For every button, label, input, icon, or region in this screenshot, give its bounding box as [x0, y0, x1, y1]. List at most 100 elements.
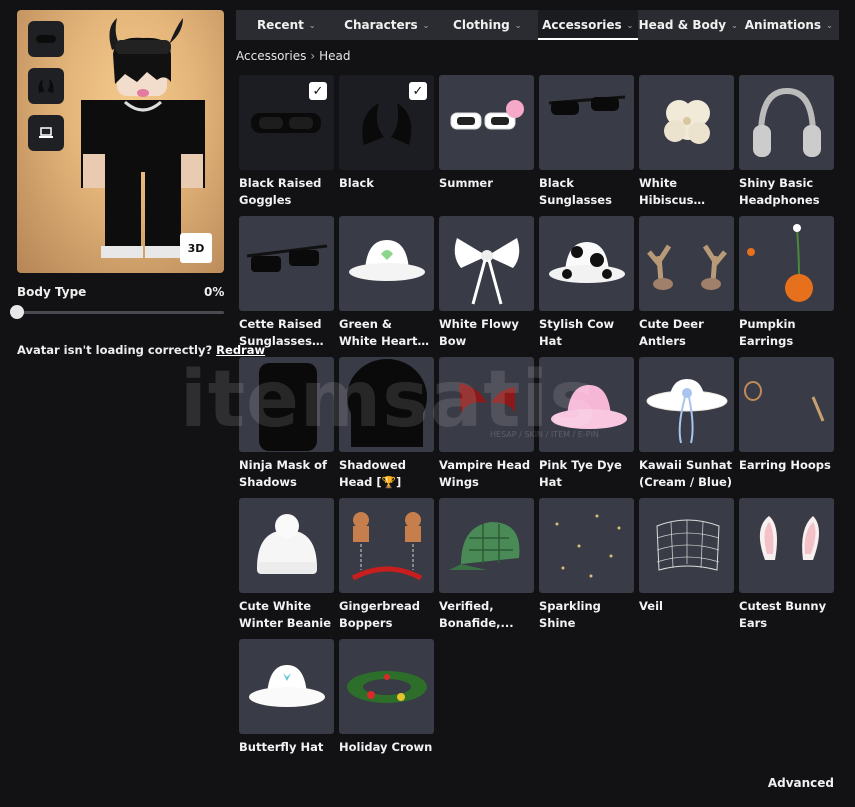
item-thumbnail[interactable]: [339, 498, 434, 593]
view-3d-button[interactable]: 3D: [180, 233, 212, 263]
item-card[interactable]: Green & White Heart Wave Ha...: [339, 216, 434, 357]
item-name: Green & White Heart Wave Ha...: [339, 317, 418, 348]
item-card[interactable]: White Hibiscus Flower: [639, 75, 734, 216]
item-thumbnail[interactable]: [339, 216, 434, 311]
item-name: Verified, Bonafide,...: [439, 599, 514, 630]
item-card[interactable]: ✓ Black: [339, 75, 434, 216]
item-name: Butterfly Hat: [239, 740, 324, 754]
item-card[interactable]: Sparkling Shine: [539, 498, 634, 639]
breadcrumb-parent[interactable]: Accessories: [236, 49, 306, 63]
item-card[interactable]: Holiday Crown: [339, 639, 434, 780]
tab-animations[interactable]: Animations ⌄: [739, 10, 840, 40]
butterfly-hat-icon: [249, 665, 325, 707]
item-card[interactable]: Summer: [439, 75, 534, 216]
item-name: Vampire Head Wings: [439, 458, 531, 489]
item-thumbnail[interactable]: [539, 75, 634, 170]
body-type-slider-track[interactable]: [17, 311, 224, 314]
item-thumbnail[interactable]: [739, 357, 834, 452]
gingerbread-icon: [351, 512, 423, 581]
item-thumbnail[interactable]: [739, 498, 834, 593]
item-card[interactable]: Stylish Cow Hat: [539, 216, 634, 357]
item-thumbnail[interactable]: [639, 357, 734, 452]
pumpkin-icon: [747, 224, 813, 302]
item-card[interactable]: Cute White Winter Beanie: [239, 498, 334, 639]
body-type-value: 0%: [204, 285, 225, 299]
raised-sunglasses-icon: [246, 244, 328, 272]
item-card[interactable]: Kawaii Sunhat (Cream / Blue): [639, 357, 734, 498]
item-card[interactable]: White Flowy Bow: [439, 216, 534, 357]
item-thumbnail[interactable]: [639, 75, 734, 170]
tab-accessories[interactable]: Accessories ⌄: [537, 10, 638, 40]
item-thumbnail[interactable]: [239, 498, 334, 593]
item-card[interactable]: Butterfly Hat: [239, 639, 334, 780]
item-name: Holiday Crown: [339, 740, 433, 754]
item-name: Cutest Bunny Ears: [739, 599, 827, 630]
item-name: Shadowed Head [🏆]: [339, 458, 407, 489]
tab-label: Characters: [344, 18, 418, 32]
item-name: Cute Deer Antlers: [639, 317, 704, 348]
item-card[interactable]: ✓ Black Raised Goggles: [239, 75, 334, 216]
sunglasses-icon: [548, 95, 626, 115]
chevron-down-icon: ⌄: [514, 20, 522, 30]
laptop-shortcut-button[interactable]: [28, 115, 64, 151]
item-name: Black: [339, 176, 374, 190]
antlers-icon: [647, 244, 727, 290]
goggles-shortcut-button[interactable]: [28, 21, 64, 57]
item-name: Pumpkin Earrings: [739, 317, 796, 348]
avatar-preview[interactable]: 3D: [17, 10, 224, 273]
item-name: Black Raised Goggles: [239, 176, 322, 207]
item-thumbnail[interactable]: ✓: [339, 75, 434, 170]
veil-icon: [656, 519, 720, 571]
chevron-down-icon: ⌄: [731, 20, 738, 30]
item-thumbnail[interactable]: [739, 216, 834, 311]
tab-characters[interactable]: Characters ⌄: [337, 10, 438, 40]
item-card[interactable]: Gingerbread Boppers: [339, 498, 434, 639]
item-thumbnail[interactable]: [439, 75, 534, 170]
headphones-icon: [753, 87, 821, 157]
item-thumbnail[interactable]: [239, 639, 334, 734]
tab-clothing[interactable]: Clothing ⌄: [437, 10, 538, 40]
item-name: Cette Raised Sunglasses In...: [239, 317, 322, 348]
equipped-check-icon[interactable]: ✓: [309, 82, 327, 100]
item-card[interactable]: Cutest Bunny Ears: [739, 498, 834, 639]
tab-head-body[interactable]: Head & Body ⌄: [638, 10, 739, 40]
item-name: Shiny Basic Headphones: [739, 176, 820, 207]
sunhat-icon: [646, 379, 728, 444]
equipped-check-icon[interactable]: ✓: [409, 82, 427, 100]
body-type-slider-knob[interactable]: [10, 305, 24, 319]
item-card[interactable]: Veil: [639, 498, 734, 639]
item-thumbnail[interactable]: [339, 639, 434, 734]
item-card[interactable]: Earring Hoops: [739, 357, 834, 498]
item-card[interactable]: Verified, Bonafide,...: [439, 498, 534, 639]
goggles-icon: [36, 35, 56, 43]
item-thumbnail[interactable]: ✓: [239, 75, 334, 170]
item-thumbnail[interactable]: [239, 216, 334, 311]
item-thumbnail[interactable]: [739, 75, 834, 170]
item-card[interactable]: Cette Raised Sunglasses In...: [239, 216, 334, 357]
summer-glasses-icon: [450, 100, 524, 130]
item-thumbnail[interactable]: [439, 498, 534, 593]
breadcrumb-separator-icon: ›: [310, 49, 316, 63]
horns-shortcut-button[interactable]: [28, 68, 64, 104]
item-name: Cute White Winter Beanie: [239, 599, 332, 630]
item-card[interactable]: Black Sunglasses: [539, 75, 634, 216]
chevron-down-icon: ⌄: [308, 20, 316, 30]
tab-label: Animations: [744, 18, 822, 32]
item-card[interactable]: Shiny Basic Headphones: [739, 75, 834, 216]
item-thumbnail[interactable]: [539, 498, 634, 593]
item-name: Kawaii Sunhat (Cream / Blue): [639, 458, 733, 489]
item-thumbnail[interactable]: [439, 216, 534, 311]
item-card[interactable]: Pumpkin Earrings: [739, 216, 834, 357]
flower-icon: [664, 100, 710, 144]
item-card[interactable]: Cute Deer Antlers: [639, 216, 734, 357]
horns-icon: [38, 79, 54, 93]
tab-label: Accessories: [542, 18, 622, 32]
advanced-button[interactable]: Advanced: [768, 776, 834, 790]
tab-recent[interactable]: Recent ⌄: [236, 10, 337, 40]
breadcrumb: Accessories › Head: [236, 49, 351, 63]
item-name: White Hibiscus Flower: [639, 176, 694, 207]
item-thumbnail[interactable]: [539, 216, 634, 311]
item-thumbnail[interactable]: [639, 216, 734, 311]
item-name: Gingerbread Boppers: [339, 599, 420, 630]
item-thumbnail[interactable]: [639, 498, 734, 593]
